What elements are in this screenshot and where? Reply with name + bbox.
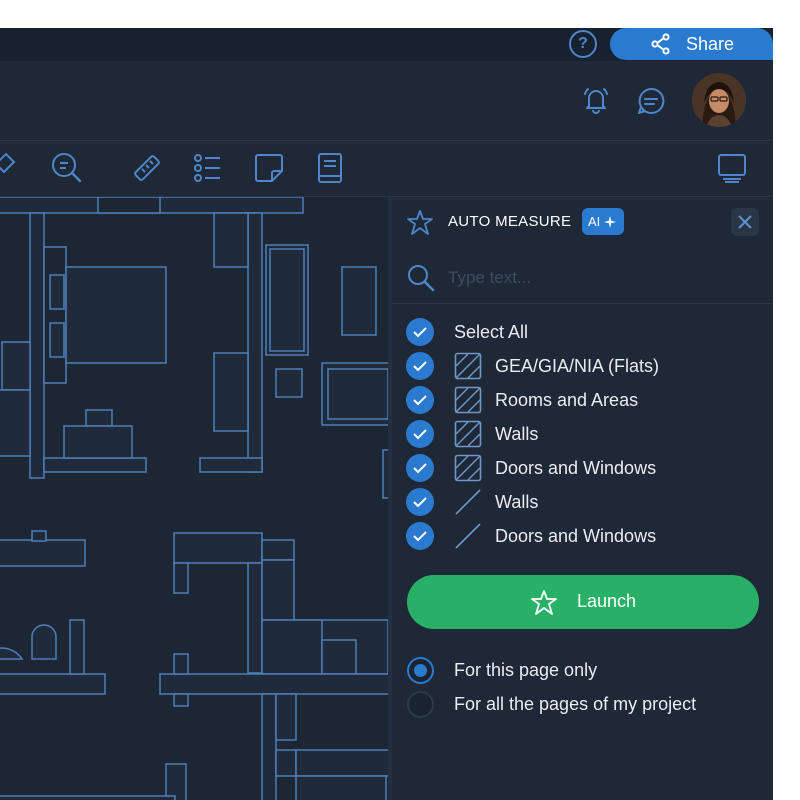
- share-label: Share: [686, 34, 735, 54]
- drawing-canvas[interactable]: [0, 197, 388, 800]
- check-icon: [413, 531, 427, 542]
- list-item[interactable]: Doors and Windows: [406, 521, 766, 551]
- select-all-row[interactable]: Select All: [406, 317, 766, 347]
- help-button[interactable]: ?: [569, 30, 597, 58]
- list-item[interactable]: GEA/GIA/NIA (Flats): [406, 351, 766, 381]
- search-zoom-icon[interactable]: [50, 151, 84, 185]
- list-item[interactable]: Rooms and Areas: [406, 385, 766, 415]
- ai-badge: AI: [582, 208, 624, 235]
- item-checkbox[interactable]: [406, 420, 434, 448]
- line-icon: [455, 489, 481, 515]
- item-label: Doors and Windows: [495, 457, 657, 478]
- close-icon: [738, 215, 752, 229]
- monitor-icon[interactable]: [716, 152, 748, 184]
- select-all-label: Select All: [454, 321, 529, 342]
- floor-plan-drawing: [0, 197, 388, 800]
- radio-all-pages[interactable]: [407, 691, 434, 718]
- check-icon: [413, 429, 427, 440]
- check-icon: [413, 395, 427, 406]
- ai-badge-label: AI: [588, 214, 601, 229]
- select-all-checkbox[interactable]: [406, 318, 434, 346]
- auto-measure-icon: [531, 590, 557, 615]
- radio-this-page[interactable]: [407, 657, 434, 684]
- hatched-area-icon: [454, 420, 482, 448]
- radio-label: For this page only: [454, 660, 598, 680]
- user-avatar[interactable]: [692, 73, 746, 127]
- ruler-icon[interactable]: [131, 152, 163, 184]
- list-item[interactable]: Doors and Windows: [406, 453, 766, 483]
- item-label: GEA/GIA/NIA (Flats): [495, 355, 660, 376]
- book-icon[interactable]: [316, 152, 344, 184]
- item-label: Doors and Windows: [495, 525, 657, 546]
- search-input[interactable]: [446, 264, 746, 292]
- bell-icon[interactable]: [580, 84, 612, 116]
- list-item[interactable]: Walls: [406, 419, 766, 449]
- item-label: Rooms and Areas: [495, 389, 639, 410]
- radio-label: For all the pages of my project: [454, 694, 697, 714]
- chat-icon[interactable]: [636, 86, 666, 116]
- launch-label: Launch: [577, 591, 637, 611]
- launch-button[interactable]: Launch: [407, 575, 759, 629]
- close-button[interactable]: [731, 208, 759, 236]
- panel-title: AUTO MEASURE: [448, 213, 572, 230]
- check-icon: [413, 361, 427, 372]
- item-checkbox[interactable]: [406, 352, 434, 380]
- item-checkbox[interactable]: [406, 386, 434, 414]
- scope-option-all-pages[interactable]: For all the pages of my project: [407, 691, 767, 719]
- item-label: Walls: [495, 491, 539, 512]
- item-label: Walls: [495, 423, 539, 444]
- check-icon: [413, 463, 427, 474]
- share-button[interactable]: Share: [610, 28, 773, 60]
- share-icon: [651, 33, 670, 55]
- check-icon: [413, 327, 427, 338]
- line-icon: [455, 523, 481, 549]
- scope-option-this-page[interactable]: For this page only: [407, 657, 767, 685]
- toolbar: [0, 141, 773, 197]
- hatched-area-icon: [454, 454, 482, 482]
- list-icon[interactable]: [192, 153, 224, 183]
- auto-measure-icon: [407, 210, 433, 235]
- search-icon: [408, 265, 435, 292]
- hatched-area-icon: [454, 386, 482, 414]
- list-item[interactable]: Walls: [406, 487, 766, 517]
- pin-icon[interactable]: [0, 152, 20, 184]
- item-checkbox[interactable]: [406, 522, 434, 550]
- hatched-area-icon: [454, 352, 482, 380]
- sticky-note-icon[interactable]: [254, 153, 284, 183]
- item-checkbox[interactable]: [406, 488, 434, 516]
- sparkle-icon: [604, 215, 617, 228]
- check-icon: [413, 497, 427, 508]
- item-checkbox[interactable]: [406, 454, 434, 482]
